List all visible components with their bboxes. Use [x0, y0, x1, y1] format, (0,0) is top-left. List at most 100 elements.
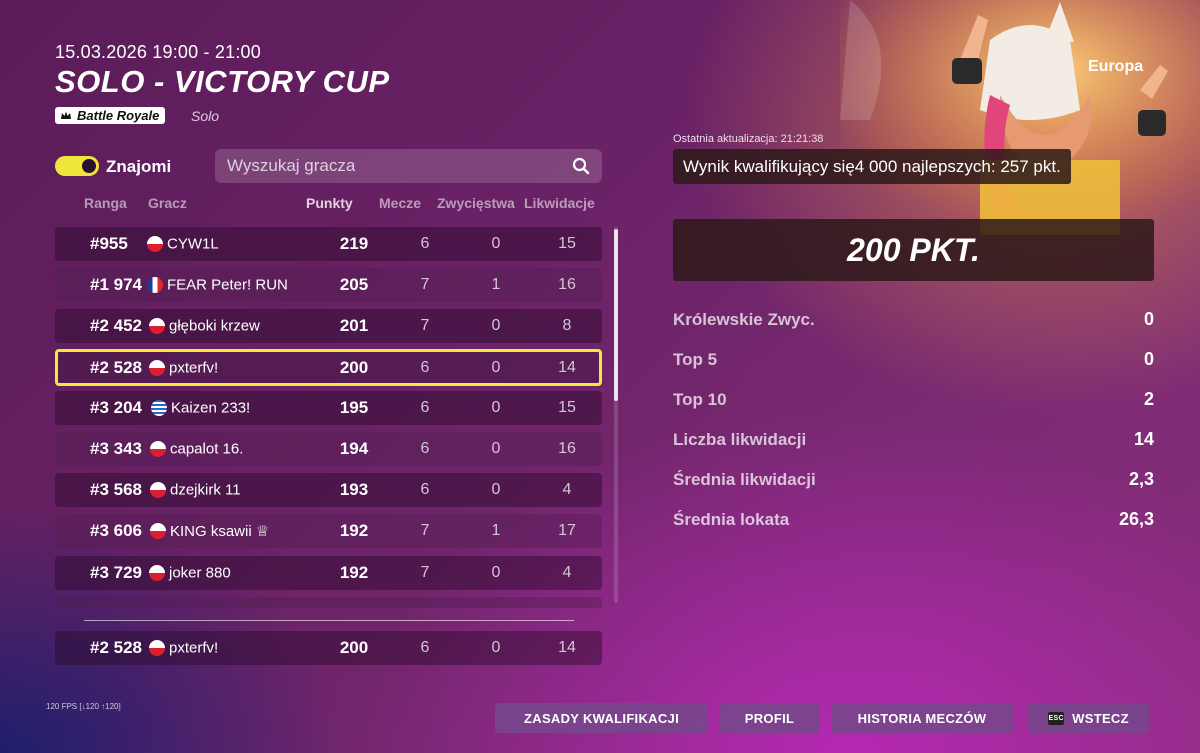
row-elims: 4 — [562, 481, 572, 498]
table-row[interactable]: #3 204 Kaizen 233! 195 6 0 15 — [55, 391, 602, 425]
button-label: PROFIL — [744, 710, 795, 726]
row-wins: 1 — [491, 522, 501, 539]
button-label: ZASADY KWALIFIKACJI — [524, 710, 679, 726]
row-wins: 0 — [491, 481, 501, 498]
profile-button[interactable]: PROFIL — [720, 703, 819, 733]
table-row[interactable]: #3 606 KING ksawii ♕ 192 7 1 17 — [55, 514, 602, 548]
row-points: 193 — [339, 480, 369, 499]
stat-value: 0 — [1143, 349, 1154, 369]
esc-key-icon: ESC — [1048, 711, 1065, 725]
search-icon[interactable] — [572, 157, 590, 175]
event-title: SOLO - VICTORY CUP — [55, 64, 390, 99]
flag-icon — [147, 277, 163, 293]
col-wins: Zwycięstwa — [437, 195, 515, 211]
flag-icon — [150, 523, 166, 539]
search-box — [215, 149, 602, 183]
row-elims: 16 — [558, 276, 576, 293]
row-rank: #3 606 — [90, 521, 142, 540]
col-rank: Ranga — [84, 195, 127, 211]
row-elims: 16 — [558, 440, 576, 457]
row-matches: 6 — [420, 399, 430, 416]
flag-icon — [147, 236, 163, 252]
table-row[interactable]: #3 568 dzejkirk 11 193 6 0 4 — [55, 473, 602, 507]
table-row[interactable]: #2 452 głęboki krzew 201 7 0 8 — [55, 309, 602, 343]
row-points: 205 — [339, 275, 369, 294]
table-row-partial[interactable] — [55, 597, 602, 608]
flag-icon — [150, 441, 166, 457]
row-matches: 6 — [420, 639, 430, 656]
stat-value: 14 — [1133, 429, 1154, 449]
character-artwork — [840, 0, 1200, 235]
scrollbar-thumb[interactable] — [614, 229, 618, 401]
row-player: CYW1L — [167, 235, 219, 253]
region-label: Europa — [1088, 58, 1144, 75]
row-points: 219 — [339, 234, 369, 253]
row-elims: 17 — [558, 522, 576, 539]
stat-value: 2,3 — [1128, 469, 1154, 489]
row-player: FEAR Peter! RUN — [167, 276, 288, 294]
row-points: 200 — [339, 638, 369, 657]
row-points: 201 — [339, 316, 369, 335]
row-rank: #3 343 — [90, 439, 142, 458]
last-update: Ostatnia aktualizacja: 21:21:38 — [673, 133, 824, 145]
flag-icon — [149, 359, 165, 376]
total-score: 200 PKT. — [673, 219, 1154, 281]
qualification-rules-button[interactable]: ZASADY KWALIFIKACJI — [495, 703, 708, 733]
row-matches: 6 — [420, 440, 430, 457]
event-date: 15.03.2026 19:00 - 21:00 — [55, 42, 261, 62]
friends-toggle[interactable] — [55, 156, 99, 176]
button-label: HISTORIA MECZÓW — [857, 710, 987, 726]
my-row[interactable]: #2 528 pxterfv! 200 6 0 14 — [55, 631, 602, 665]
back-button[interactable]: ESC WSTECZ — [1028, 703, 1149, 733]
button-label: WSTECZ — [1072, 710, 1129, 726]
row-points: 194 — [339, 439, 369, 458]
row-matches: 7 — [420, 317, 430, 334]
row-points: 192 — [339, 563, 369, 582]
match-history-button[interactable]: HISTORIA MECZÓW — [831, 703, 1013, 733]
row-player: pxterfv! — [169, 359, 219, 376]
row-player: capalot 16. — [170, 440, 244, 458]
divider — [84, 620, 574, 621]
row-matches: 6 — [420, 481, 430, 498]
row-player: Kaizen 233! — [171, 399, 251, 417]
row-wins: 0 — [491, 235, 501, 252]
row-player: KING ksawii ♕ — [170, 523, 270, 540]
row-rank: #1 974 — [90, 275, 142, 294]
stat-label: Liczba likwidacji — [673, 430, 807, 449]
row-rank: #3 729 — [90, 563, 142, 582]
row-elims: 15 — [558, 399, 576, 416]
table-row-current-player[interactable]: #2 528 pxterfv! 200 6 0 14 — [55, 349, 602, 386]
table-row[interactable]: #1 974 FEAR Peter! RUN 205 7 1 16 — [55, 268, 602, 302]
row-elims: 15 — [558, 235, 576, 252]
row-matches: 6 — [420, 358, 430, 376]
flag-icon — [149, 565, 165, 581]
row-points: 192 — [339, 521, 369, 540]
row-matches: 7 — [420, 276, 430, 293]
flag-icon — [150, 482, 166, 498]
mode-subtitle: Solo — [191, 108, 220, 124]
toggle-knob — [82, 159, 96, 173]
row-points: 195 — [339, 398, 369, 417]
mode-badge-label: Battle Royale — [77, 108, 160, 123]
table-row[interactable]: #3 729 joker 880 192 7 0 4 — [55, 556, 602, 590]
table-row[interactable]: #3 343 capalot 16. 194 6 0 16 — [55, 432, 602, 466]
col-eliminations: Likwidacje — [524, 195, 595, 211]
stat-value: 2 — [1143, 389, 1154, 409]
stat-label: Top 10 — [673, 390, 727, 409]
row-player: joker 880 — [169, 564, 231, 582]
row-points: 200 — [339, 357, 369, 377]
search-input[interactable] — [227, 156, 572, 176]
fps-counter: 120 FPS [↓120 ↑120] — [46, 702, 121, 711]
row-matches: 7 — [420, 522, 430, 539]
row-wins: 1 — [491, 276, 501, 293]
col-player: Gracz — [148, 195, 187, 211]
stat-value: 26,3 — [1118, 509, 1154, 529]
row-player: dzejkirk 11 — [170, 481, 241, 499]
table-row[interactable]: #955 CYW1L 219 6 0 15 — [55, 227, 602, 261]
flag-icon — [149, 318, 165, 334]
col-points: Punkty — [306, 195, 353, 211]
mode-badge: Battle Royale — [55, 107, 166, 124]
row-elims: 14 — [558, 639, 576, 656]
stat-label: Średnia lokata — [673, 510, 790, 529]
row-wins: 0 — [491, 639, 501, 656]
